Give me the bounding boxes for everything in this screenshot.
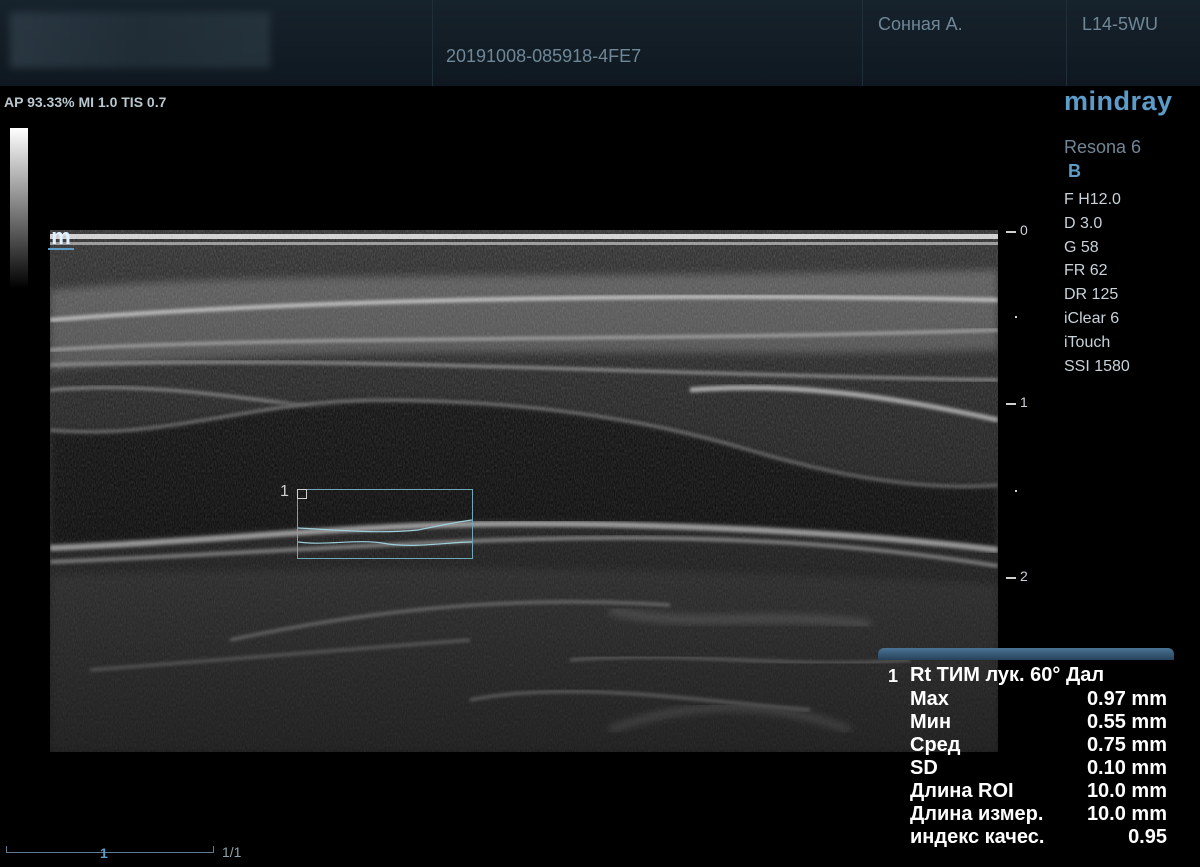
measurement-value: 10.0 mm — [1086, 780, 1167, 802]
measurement-label: Мин — [910, 711, 952, 733]
param-ssi: SSI 1580 — [1064, 357, 1130, 375]
ultrasound-image-graphic — [50, 230, 998, 752]
depth-label-1: 1 — [1020, 394, 1028, 410]
device-model: Resona 6 — [1064, 137, 1142, 157]
measurement-label: Max — [910, 688, 949, 710]
depth-scale: 0 1 2 — [1000, 220, 1040, 620]
depth-label-2: 2 — [1020, 568, 1028, 584]
measurement-number: 1 — [888, 666, 899, 686]
acoustic-output-readout: AP 93.33% MI 1.0 TIS 0.7 — [4, 94, 167, 110]
measurement-row-max: Max 0.97 mm — [910, 688, 1170, 711]
measurement-row-quality-index: индекс качес. 0.95 — [910, 826, 1170, 849]
depth-dot — [1015, 490, 1017, 492]
mark-icon: m — [48, 226, 74, 250]
page-counter: 1/1 — [222, 844, 242, 860]
roi-number: 1 — [280, 483, 289, 500]
redacted-patient-info — [10, 12, 270, 68]
measurement-row-measured-length: Длина измер. 10.0 mm — [910, 803, 1170, 826]
measurement-row-min: Мин 0.55 mm — [910, 711, 1170, 734]
cine-scrollbar-end — [213, 846, 214, 853]
measurement-label: Длина ROI — [910, 780, 1014, 802]
roi-box[interactable] — [297, 489, 473, 559]
header-cell-patient — [862, 0, 1067, 86]
cine-position-marker[interactable]: 1 — [100, 845, 108, 861]
measurement-value: 10.0 mm — [1086, 803, 1167, 825]
measurement-label: SD — [910, 757, 938, 779]
depth-tick-1 — [1006, 403, 1016, 405]
measurement-value: 0.10 mm — [1086, 757, 1167, 779]
brand-logo: mindray — [1064, 86, 1173, 116]
ultrasound-image[interactable] — [50, 230, 998, 752]
depth-tick-0 — [1006, 231, 1016, 233]
measurement-title: Rt ТИМ лук. 60° Дал — [910, 664, 1105, 686]
imaging-mode: B — [1068, 161, 1081, 181]
header-cell-study — [432, 0, 863, 86]
study-id: 20191008-085918-4FE7 — [446, 46, 642, 66]
patient-name: Сонная А. — [878, 14, 963, 34]
param-dynamic-range: DR 125 — [1064, 286, 1119, 304]
measurement-label: индекс качес. — [910, 826, 1045, 848]
param-gain: G 58 — [1064, 238, 1099, 256]
cine-scrollbar[interactable] — [6, 852, 214, 853]
measurement-row-sd: SD 0.10 mm — [910, 757, 1170, 780]
param-iclear: iClear 6 — [1064, 309, 1120, 327]
param-frequency: F H12.0 — [1064, 191, 1121, 208]
header-bar: 20191008-085918-4FE7 Сонная А. L14-5WU — [0, 0, 1200, 86]
measurement-value: 0.75 mm — [1086, 734, 1167, 756]
depth-dot — [1015, 316, 1017, 318]
measurement-value: 0.55 mm — [1086, 711, 1167, 733]
imaging-parameters: F H12.0 D 3.0 G 58 FR 62 DR 125 iClear 6… — [1064, 188, 1130, 378]
depth-tick-2 — [1006, 577, 1016, 579]
depth-label-0: 0 — [1020, 222, 1028, 238]
measurement-row-mean: Сред 0.75 mm — [910, 734, 1170, 757]
header-cell-patient-info — [0, 0, 433, 86]
measurement-value: 0.95 — [1128, 826, 1167, 848]
grayscale-bar — [10, 128, 28, 288]
probe-name: L14-5WU — [1082, 14, 1159, 34]
cine-scrollbar-start — [6, 846, 7, 853]
param-frame-rate: FR 62 — [1064, 262, 1108, 280]
roi-trace — [298, 519, 472, 546]
measurement-panel-header — [878, 648, 1174, 660]
measurement-row-roi-length: Длина ROI 10.0 mm — [910, 780, 1170, 803]
measurement-value: 0.97 mm — [1086, 688, 1167, 710]
measurement-label: Длина измер. — [910, 803, 1044, 825]
param-depth: D 3.0 — [1064, 214, 1103, 232]
measurement-label: Сред — [910, 734, 961, 756]
param-itouch: iTouch — [1064, 333, 1111, 351]
